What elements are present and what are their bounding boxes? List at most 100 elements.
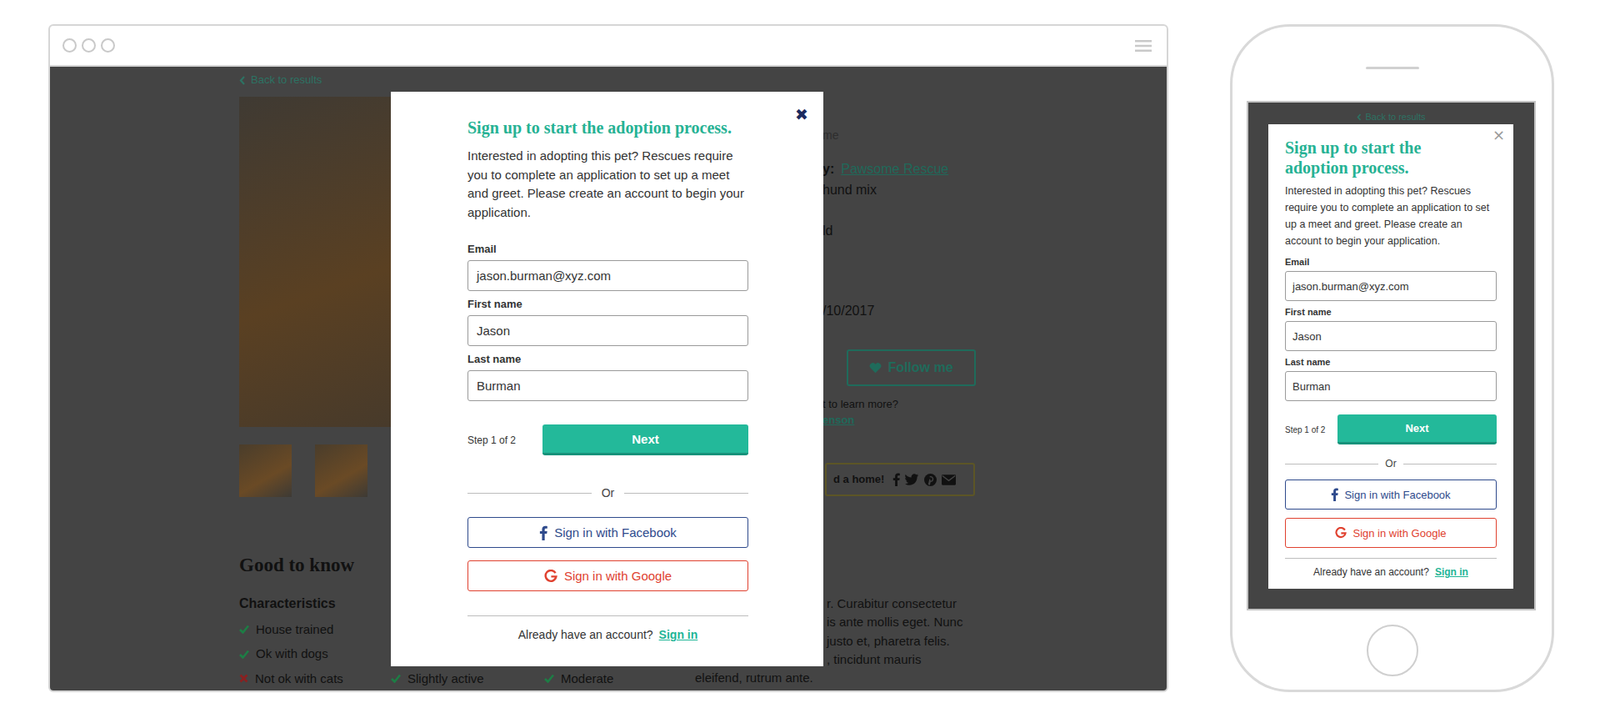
signin-link[interactable]: Sign in <box>659 627 699 641</box>
page-viewport: Back to results me y:Pawsome Rescuehund mi… <box>50 66 1167 690</box>
divider-text: Or <box>1385 457 1396 470</box>
field-label: Email <box>1285 255 1497 268</box>
window-dot-icon[interactable] <box>81 38 96 53</box>
heart-icon <box>869 361 882 374</box>
next-button[interactable]: Next <box>1337 414 1497 445</box>
phone-screen: Back to results × Sign up to start the ado… <box>1246 100 1536 610</box>
detail-date: /10/2017 <box>822 301 990 320</box>
form-field: Emailjason.burman@xyz.com <box>467 242 749 291</box>
or-divider: Or <box>1285 457 1497 470</box>
check-icon <box>544 673 555 683</box>
facebook-icon[interactable] <box>892 472 900 486</box>
step-row: Step 1 of 2Next <box>467 424 749 455</box>
form-field: Email jason.burman@xyz.com <box>1285 255 1497 301</box>
trait-item: House trained <box>239 620 391 639</box>
check-icon <box>239 624 250 634</box>
trait-column: Moderate <box>544 662 614 688</box>
divider-line <box>624 492 749 494</box>
social-signin-button[interactable]: Sign in with Facebook <box>467 516 749 548</box>
form-field: Last nameBurman <box>467 352 749 401</box>
trait-column: Slightly active <box>390 662 545 688</box>
social-signin-button[interactable]: Sign in with Google <box>467 560 749 591</box>
detail-breed: hund mix <box>822 180 990 200</box>
signin-prompt: Already have an account? Sign in <box>1285 565 1497 579</box>
text-input[interactable]: Jason <box>1285 320 1497 351</box>
trait-label: Moderate <box>560 669 614 688</box>
facebook-icon <box>1330 487 1339 501</box>
email-icon[interactable] <box>941 474 956 485</box>
pet-thumbnail[interactable] <box>315 444 368 497</box>
footer-rule <box>467 615 749 616</box>
window-controls <box>62 38 115 53</box>
pet-thumbnail[interactable] <box>239 444 292 497</box>
step-indicator: Step 1 of 2 <box>1285 425 1325 435</box>
trait-label: Ok with dogs <box>255 644 329 663</box>
signin-prompt: Already have an account? Sign in <box>467 627 749 641</box>
close-button[interactable]: × <box>1490 126 1507 144</box>
trait-item: Not ok with cats <box>239 669 391 688</box>
google-icon <box>544 569 558 583</box>
signup-modal: × Sign up to start the adoption process.I… <box>1268 124 1514 589</box>
step-row: Step 1 of 2 Next <box>1285 414 1497 445</box>
or-divider: Or <box>467 485 749 500</box>
trait-label: Not ok with cats <box>255 669 344 688</box>
modal-title: Sign up to start the adoption process. <box>467 116 749 139</box>
signup-modal: ✖Sign up to start the adoption process.I… <box>390 91 824 666</box>
facebook-icon <box>539 525 548 540</box>
twitter-icon[interactable] <box>905 473 920 485</box>
detail-faded: me <box>822 127 990 143</box>
social-label: Sign in with Facebook <box>554 525 677 540</box>
share-bar: d a home! <box>825 462 975 496</box>
text-input[interactable]: Burman <box>1285 370 1497 401</box>
share-text: d a home! <box>833 470 885 489</box>
modal-intro: Interested in adopting this pet? Rescues… <box>1285 182 1497 250</box>
trait-label: House trained <box>255 620 334 639</box>
rescue-link[interactable]: Pawsome Rescue <box>840 160 949 179</box>
phone-device: Back to results × Sign up to start the ado… <box>1230 24 1555 692</box>
signin-prompt-text: Already have an account? <box>518 627 654 641</box>
chevron-left-icon <box>239 75 246 85</box>
check-icon <box>390 673 401 683</box>
social-signin-button[interactable]: Sign in with Google <box>1285 517 1497 548</box>
form-field: Last name Burman <box>1285 355 1497 401</box>
rescue-row: y:Pawsome Rescue <box>822 160 990 179</box>
signin-prompt-text: Already have an account? <box>1313 565 1430 578</box>
text-input[interactable]: jason.burman@xyz.com <box>467 260 749 291</box>
divider-line <box>1403 463 1497 465</box>
follow-button[interactable]: Follow me <box>846 349 976 386</box>
divider-text: Or <box>601 485 615 500</box>
social-label: Sign in with Facebook <box>1344 488 1450 501</box>
home-button[interactable] <box>1366 624 1419 676</box>
back-link[interactable]: Back to results <box>1356 110 1425 123</box>
hamburger-icon[interactable] <box>1135 39 1152 53</box>
close-button[interactable]: ✖ <box>793 103 810 125</box>
pet-details: mey:Pawsome Rescuehund mixld/10/2017Foll… <box>822 96 990 497</box>
window-dot-icon[interactable] <box>100 38 115 53</box>
social-signin-button[interactable]: Sign in with Facebook <box>1285 479 1497 510</box>
browser-toolbar <box>50 25 1167 67</box>
chevron-left-icon <box>1356 113 1362 121</box>
text-input[interactable]: Jason <box>467 315 749 346</box>
back-link[interactable]: Back to results <box>239 73 1167 87</box>
field-label: First name <box>467 297 749 311</box>
form-field: First name Jason <box>1285 305 1497 351</box>
mockup-stage: Back to results me y:Pawsome Rescuehund mi… <box>0 0 1600 718</box>
divider-line <box>1285 463 1379 465</box>
next-button[interactable]: Next <box>542 424 749 455</box>
social-label: Sign in with Google <box>564 568 672 583</box>
field-label: Last name <box>1285 355 1497 368</box>
window-dot-icon[interactable] <box>62 38 77 53</box>
back-link-label: Back to results <box>1365 110 1425 123</box>
field-label: First name <box>1285 305 1497 318</box>
footer-rule <box>1285 557 1497 559</box>
modal-title: Sign up to start the adoption process. <box>1285 137 1477 178</box>
follow-label: Follow me <box>887 360 953 375</box>
social-label: Sign in with Google <box>1352 526 1446 540</box>
text-input[interactable]: jason.burman@xyz.com <box>1285 270 1497 301</box>
text-input[interactable]: Burman <box>467 370 749 401</box>
google-icon <box>1335 526 1347 539</box>
pinterest-icon[interactable] <box>924 473 937 486</box>
form-field: First name Jason <box>467 297 749 346</box>
contact-link[interactable]: enson <box>822 413 990 427</box>
signin-link[interactable]: Sign in <box>1435 565 1469 578</box>
